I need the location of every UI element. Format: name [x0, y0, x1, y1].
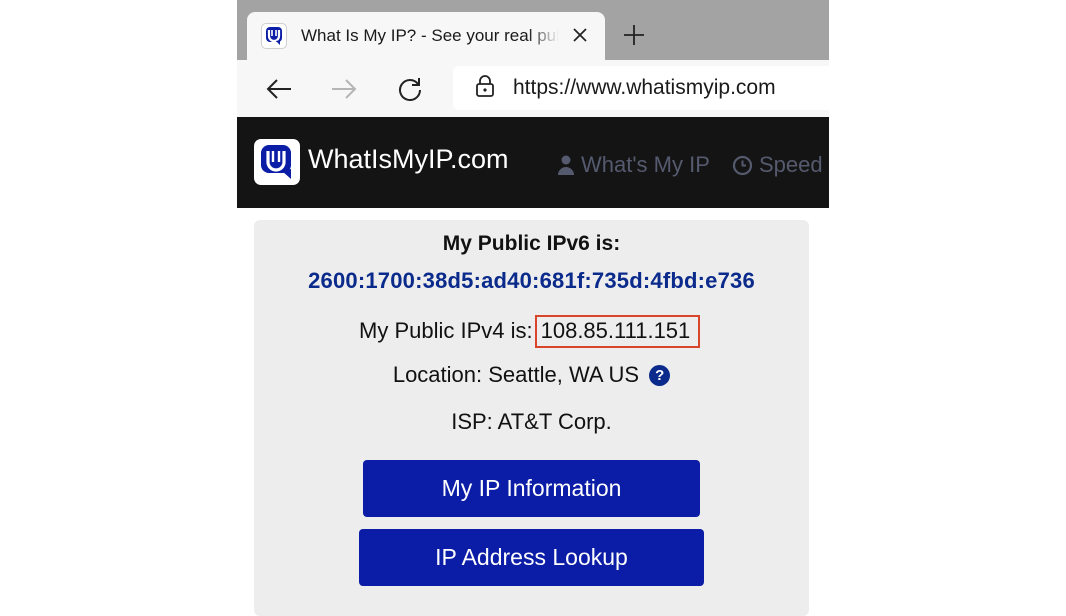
whatismyip-logo-icon — [261, 23, 287, 49]
isp-text: ISP: AT&T Corp. — [451, 409, 612, 434]
ipv4-address[interactable]: 108.85.111.151 — [534, 314, 701, 348]
url-text: https://www.whatismyip.com — [513, 76, 776, 99]
ip-info-card: My Public IPv6 is: 2600:1700:38d5:ad40:6… — [254, 220, 809, 616]
nav-speed[interactable]: Speed — [732, 152, 823, 178]
close-tab-icon[interactable] — [569, 24, 591, 46]
ipv6-address[interactable]: 2600:1700:38d5:ad40:681f:735d:4fbd:e736 — [254, 268, 809, 294]
my-ip-information-button[interactable]: My IP Information — [363, 460, 700, 517]
nav-whats-my-ip[interactable]: What's My IP — [557, 152, 710, 178]
ipv4-row: My Public IPv4 is: 108.85.111.151 — [359, 314, 701, 348]
ipv4-label: My Public IPv4 is: — [359, 318, 533, 343]
site-logo-icon[interactable] — [254, 139, 300, 185]
browser-window: What Is My IP? - See your real public IP… — [237, 0, 829, 616]
question-circle-icon[interactable]: ? — [649, 365, 671, 386]
lock-icon[interactable] — [475, 74, 495, 102]
back-arrow-icon[interactable] — [261, 71, 297, 107]
new-tab-icon[interactable] — [619, 20, 649, 50]
nav-label: What's My IP — [581, 152, 710, 177]
reload-icon[interactable] — [392, 71, 428, 107]
ip-address-lookup-button[interactable]: IP Address Lookup — [359, 529, 704, 586]
site-name[interactable]: WhatIsMyIP.com — [308, 144, 509, 175]
clock-icon — [732, 155, 753, 175]
ipv6-heading: My Public IPv6 is: — [442, 232, 621, 255]
browser-tab[interactable]: What Is My IP? - See your real public IP… — [247, 12, 605, 60]
tab-title: What Is My IP? - See your real public IP… — [301, 26, 559, 45]
location-text: Location: Seattle, WA US — [392, 362, 640, 387]
address-bar[interactable]: https://www.whatismyip.com — [453, 66, 829, 110]
nav-label: Speed — [759, 152, 823, 177]
tab-strip: What Is My IP? - See your real public IP… — [237, 0, 829, 60]
site-header: WhatIsMyIP.com What's My IP Speed — [237, 117, 829, 208]
location-row: Location: Seattle, WA US ? — [254, 362, 809, 388]
user-icon — [558, 155, 574, 175]
forward-arrow-icon[interactable] — [326, 71, 362, 107]
browser-toolbar: https://www.whatismyip.com — [237, 60, 829, 117]
